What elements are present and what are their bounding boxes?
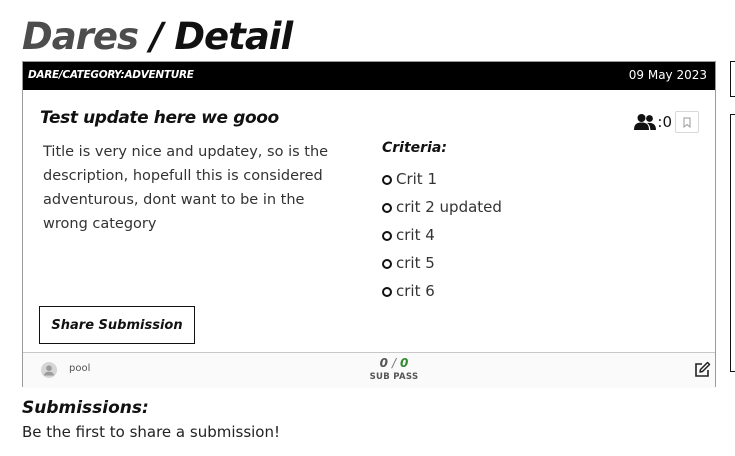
dare-card: DARE/CATEGORY:ADVENTURE 09 May 2023 Test… [22,61,716,388]
criteria-item-label: crit 2 updated [396,198,502,216]
bullet-icon [382,259,392,269]
submissions-heading: Submissions: [22,398,149,418]
dare-card-footer: pool 0/0 SUB PASS [23,352,715,388]
page-title: Dares / Detail [22,14,293,60]
author-username[interactable]: pool [69,363,90,374]
criteria-item: crit 5 [382,249,502,277]
bullet-icon [382,287,392,297]
stats-separator: / [391,356,397,370]
participant-count: :0 [634,113,672,131]
bookmark-button[interactable] [675,111,699,133]
participant-count-value: :0 [657,113,672,131]
criteria-list: Crit 1 crit 2 updated crit 4 crit 5 crit… [382,165,502,305]
dare-date: 09 May 2023 [628,68,707,82]
pass-count: 0 [400,356,409,370]
dare-card-header: DARE/CATEGORY:ADVENTURE 09 May 2023 [23,62,715,90]
criteria-item: crit 6 [382,277,502,305]
pass-label: PASS [393,372,419,382]
criteria-item: crit 2 updated [382,193,502,221]
edit-icon[interactable] [693,361,711,379]
sub-label: SUB [369,372,391,382]
dare-description: Title is very nice and updatey, so is th… [43,144,329,232]
criteria-item: crit 4 [382,221,502,249]
criteria-item-label: crit 6 [396,282,435,300]
submissions-empty-message: Be the first to share a submission! [22,423,281,441]
users-icon [634,114,657,130]
criteria-heading: Criteria: [382,140,447,156]
bullet-icon [382,203,392,213]
dare-category: DARE/CATEGORY:ADVENTURE [28,69,194,81]
bullet-icon [382,231,392,241]
criteria-item-label: Crit 1 [396,170,438,188]
side-panel-box [730,114,735,372]
submission-stats: 0/0 SUB PASS [366,355,422,382]
bookmark-icon [683,117,691,128]
sub-count: 0 [379,356,388,370]
criteria-item: Crit 1 [382,165,502,193]
breadcrumb-parent[interactable]: Dares [22,15,139,58]
breadcrumb-separator: / [149,15,163,58]
dare-title: Test update here we gooo [40,108,279,128]
criteria-item-label: crit 4 [396,226,435,244]
user-avatar-icon[interactable] [41,362,57,378]
side-panel-box-top [730,61,735,97]
bullet-icon [382,175,392,185]
criteria-item-label: crit 5 [396,254,435,272]
breadcrumb-current: Detail [174,15,293,58]
share-submission-button[interactable]: Share Submission [39,306,195,344]
